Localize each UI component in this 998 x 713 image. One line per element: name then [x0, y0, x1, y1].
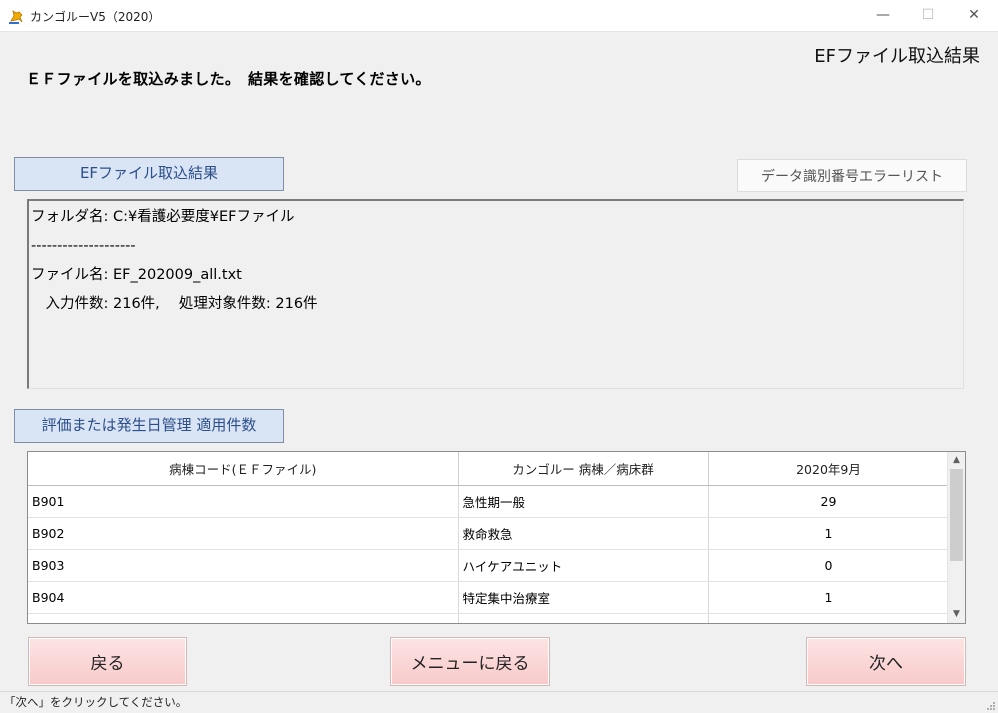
maximize-icon: ☐: [921, 7, 935, 23]
log-count-line: 入力件数: 216件, 処理対象件数: 216件: [31, 296, 318, 312]
error-list-button[interactable]: データ識別番号エラーリスト: [737, 159, 967, 192]
import-log: フォルダ名: C:¥看護必要度¥EFファイル -----------------…: [27, 199, 964, 389]
status-text: 「次へ」をクリックしてください。: [4, 695, 188, 709]
title-bar: カンゴルーV5（2020） — ☐ ✕: [0, 0, 998, 32]
column-header-month[interactable]: 2020年9月: [708, 452, 950, 486]
next-button[interactable]: 次へ: [806, 637, 966, 686]
minimize-icon: —: [876, 7, 890, 23]
table-row[interactable]: B906 地域包括 1: [28, 613, 950, 623]
table-row[interactable]: B902 救命救急 1: [28, 517, 950, 550]
column-header-kangaroo-ward[interactable]: カンゴルー 病棟／病床群: [458, 452, 709, 486]
scroll-thumb[interactable]: [950, 469, 963, 561]
maximize-button[interactable]: ☐: [905, 0, 951, 31]
count-cell: 1: [708, 581, 950, 614]
ward-name-cell: ハイケアユニット: [458, 549, 709, 582]
ward-name-cell: 救命救急: [458, 517, 709, 550]
count-cell: 29: [708, 485, 950, 518]
ward-name-cell: 特定集中治療室: [458, 581, 709, 614]
table-scrollbar[interactable]: ▲ ▼: [947, 452, 965, 623]
menu-button[interactable]: メニューに戻る: [390, 637, 550, 686]
ward-name-cell: 急性期一般: [458, 485, 709, 518]
close-icon: ✕: [968, 7, 980, 23]
log-file-line: ファイル名: EF_202009_all.txt: [31, 267, 242, 283]
count-cell: 0: [708, 549, 950, 582]
screen-title: EFファイル取込結果: [814, 46, 980, 67]
resize-grip-icon[interactable]: [986, 701, 996, 711]
ward-code-cell: B902: [28, 517, 459, 550]
ward-code-cell: B906: [28, 613, 459, 623]
ward-code-cell: B901: [28, 485, 459, 518]
scroll-down-icon[interactable]: ▼: [948, 606, 965, 623]
count-cell: 1: [708, 613, 950, 623]
table-row[interactable]: B904 特定集中治療室 1: [28, 581, 950, 614]
ward-code-cell: B904: [28, 581, 459, 614]
log-folder-line: フォルダ名: C:¥看護必要度¥EFファイル: [31, 209, 295, 225]
eval-count-header: 評価または発生日管理 適用件数: [14, 409, 284, 443]
table-row[interactable]: B903 ハイケアユニット 0: [28, 549, 950, 582]
log-separator-line: --------------------: [31, 238, 136, 254]
back-button[interactable]: 戻る: [28, 637, 187, 686]
window-title: カンゴルーV5（2020）: [30, 10, 161, 24]
scroll-up-icon[interactable]: ▲: [948, 452, 965, 469]
kangaroo-icon: [9, 10, 23, 24]
ward-code-cell: B903: [28, 549, 459, 582]
table-header-row: 病棟コード(ＥＦファイル) カンゴルー 病棟／病床群 2020年9月: [28, 452, 950, 486]
ward-name-cell: 地域包括: [458, 613, 709, 623]
column-header-ward-code[interactable]: 病棟コード(ＥＦファイル): [28, 452, 459, 486]
status-bar: 「次へ」をクリックしてください。: [0, 691, 998, 713]
count-cell: 1: [708, 517, 950, 550]
import-result-header: EFファイル取込結果: [14, 157, 284, 191]
ward-count-table[interactable]: 病棟コード(ＥＦファイル) カンゴルー 病棟／病床群 2020年9月 B901 …: [27, 451, 966, 624]
table-row[interactable]: B901 急性期一般 29: [28, 485, 950, 518]
minimize-button[interactable]: —: [860, 0, 906, 31]
instruction-message: ＥＦファイルを取込みました。 結果を確認してください。: [26, 70, 431, 88]
close-button[interactable]: ✕: [951, 0, 997, 31]
